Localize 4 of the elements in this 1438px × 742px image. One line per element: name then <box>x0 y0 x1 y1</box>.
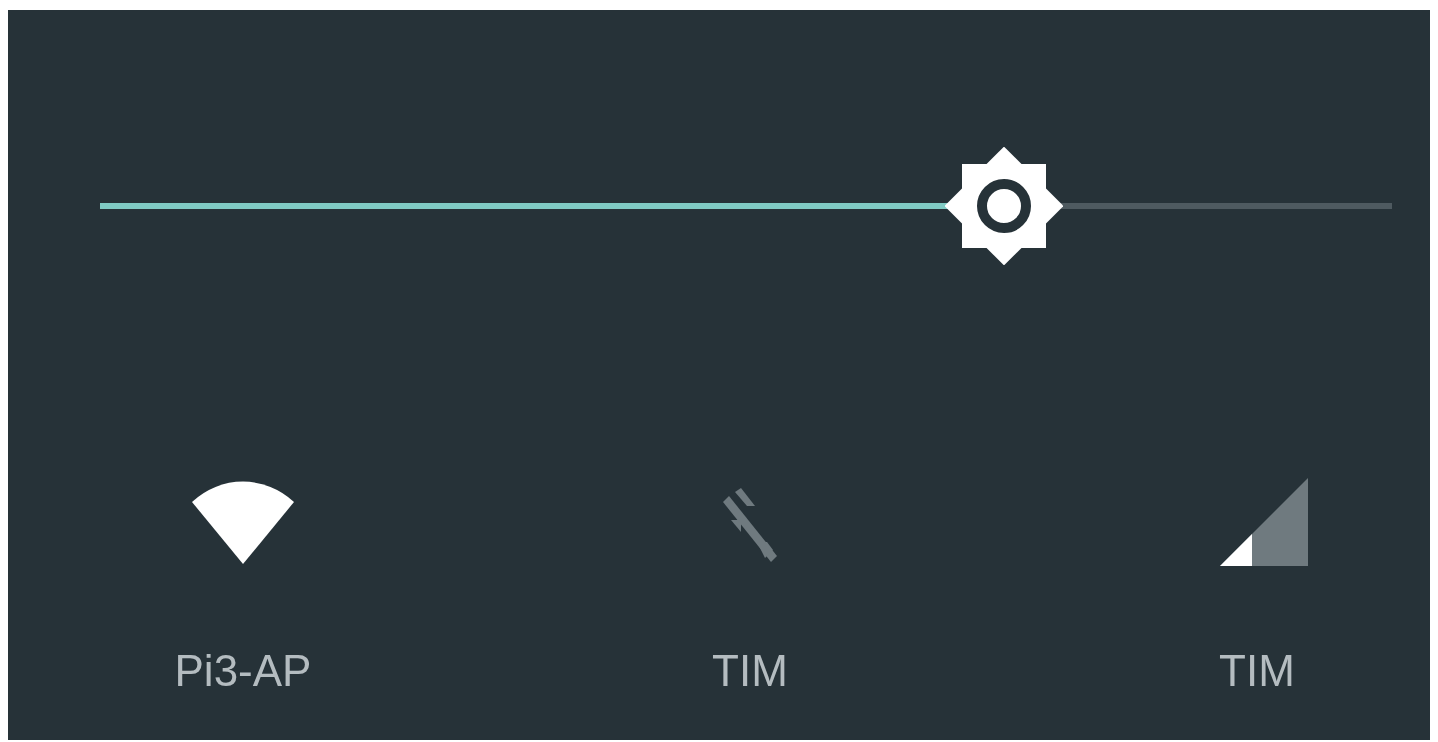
brightness-slider[interactable] <box>100 147 1392 265</box>
tile-label: Pi3-AP <box>174 646 312 696</box>
tile-label: TIM <box>1219 646 1295 696</box>
tile-label: TIM <box>712 646 788 696</box>
